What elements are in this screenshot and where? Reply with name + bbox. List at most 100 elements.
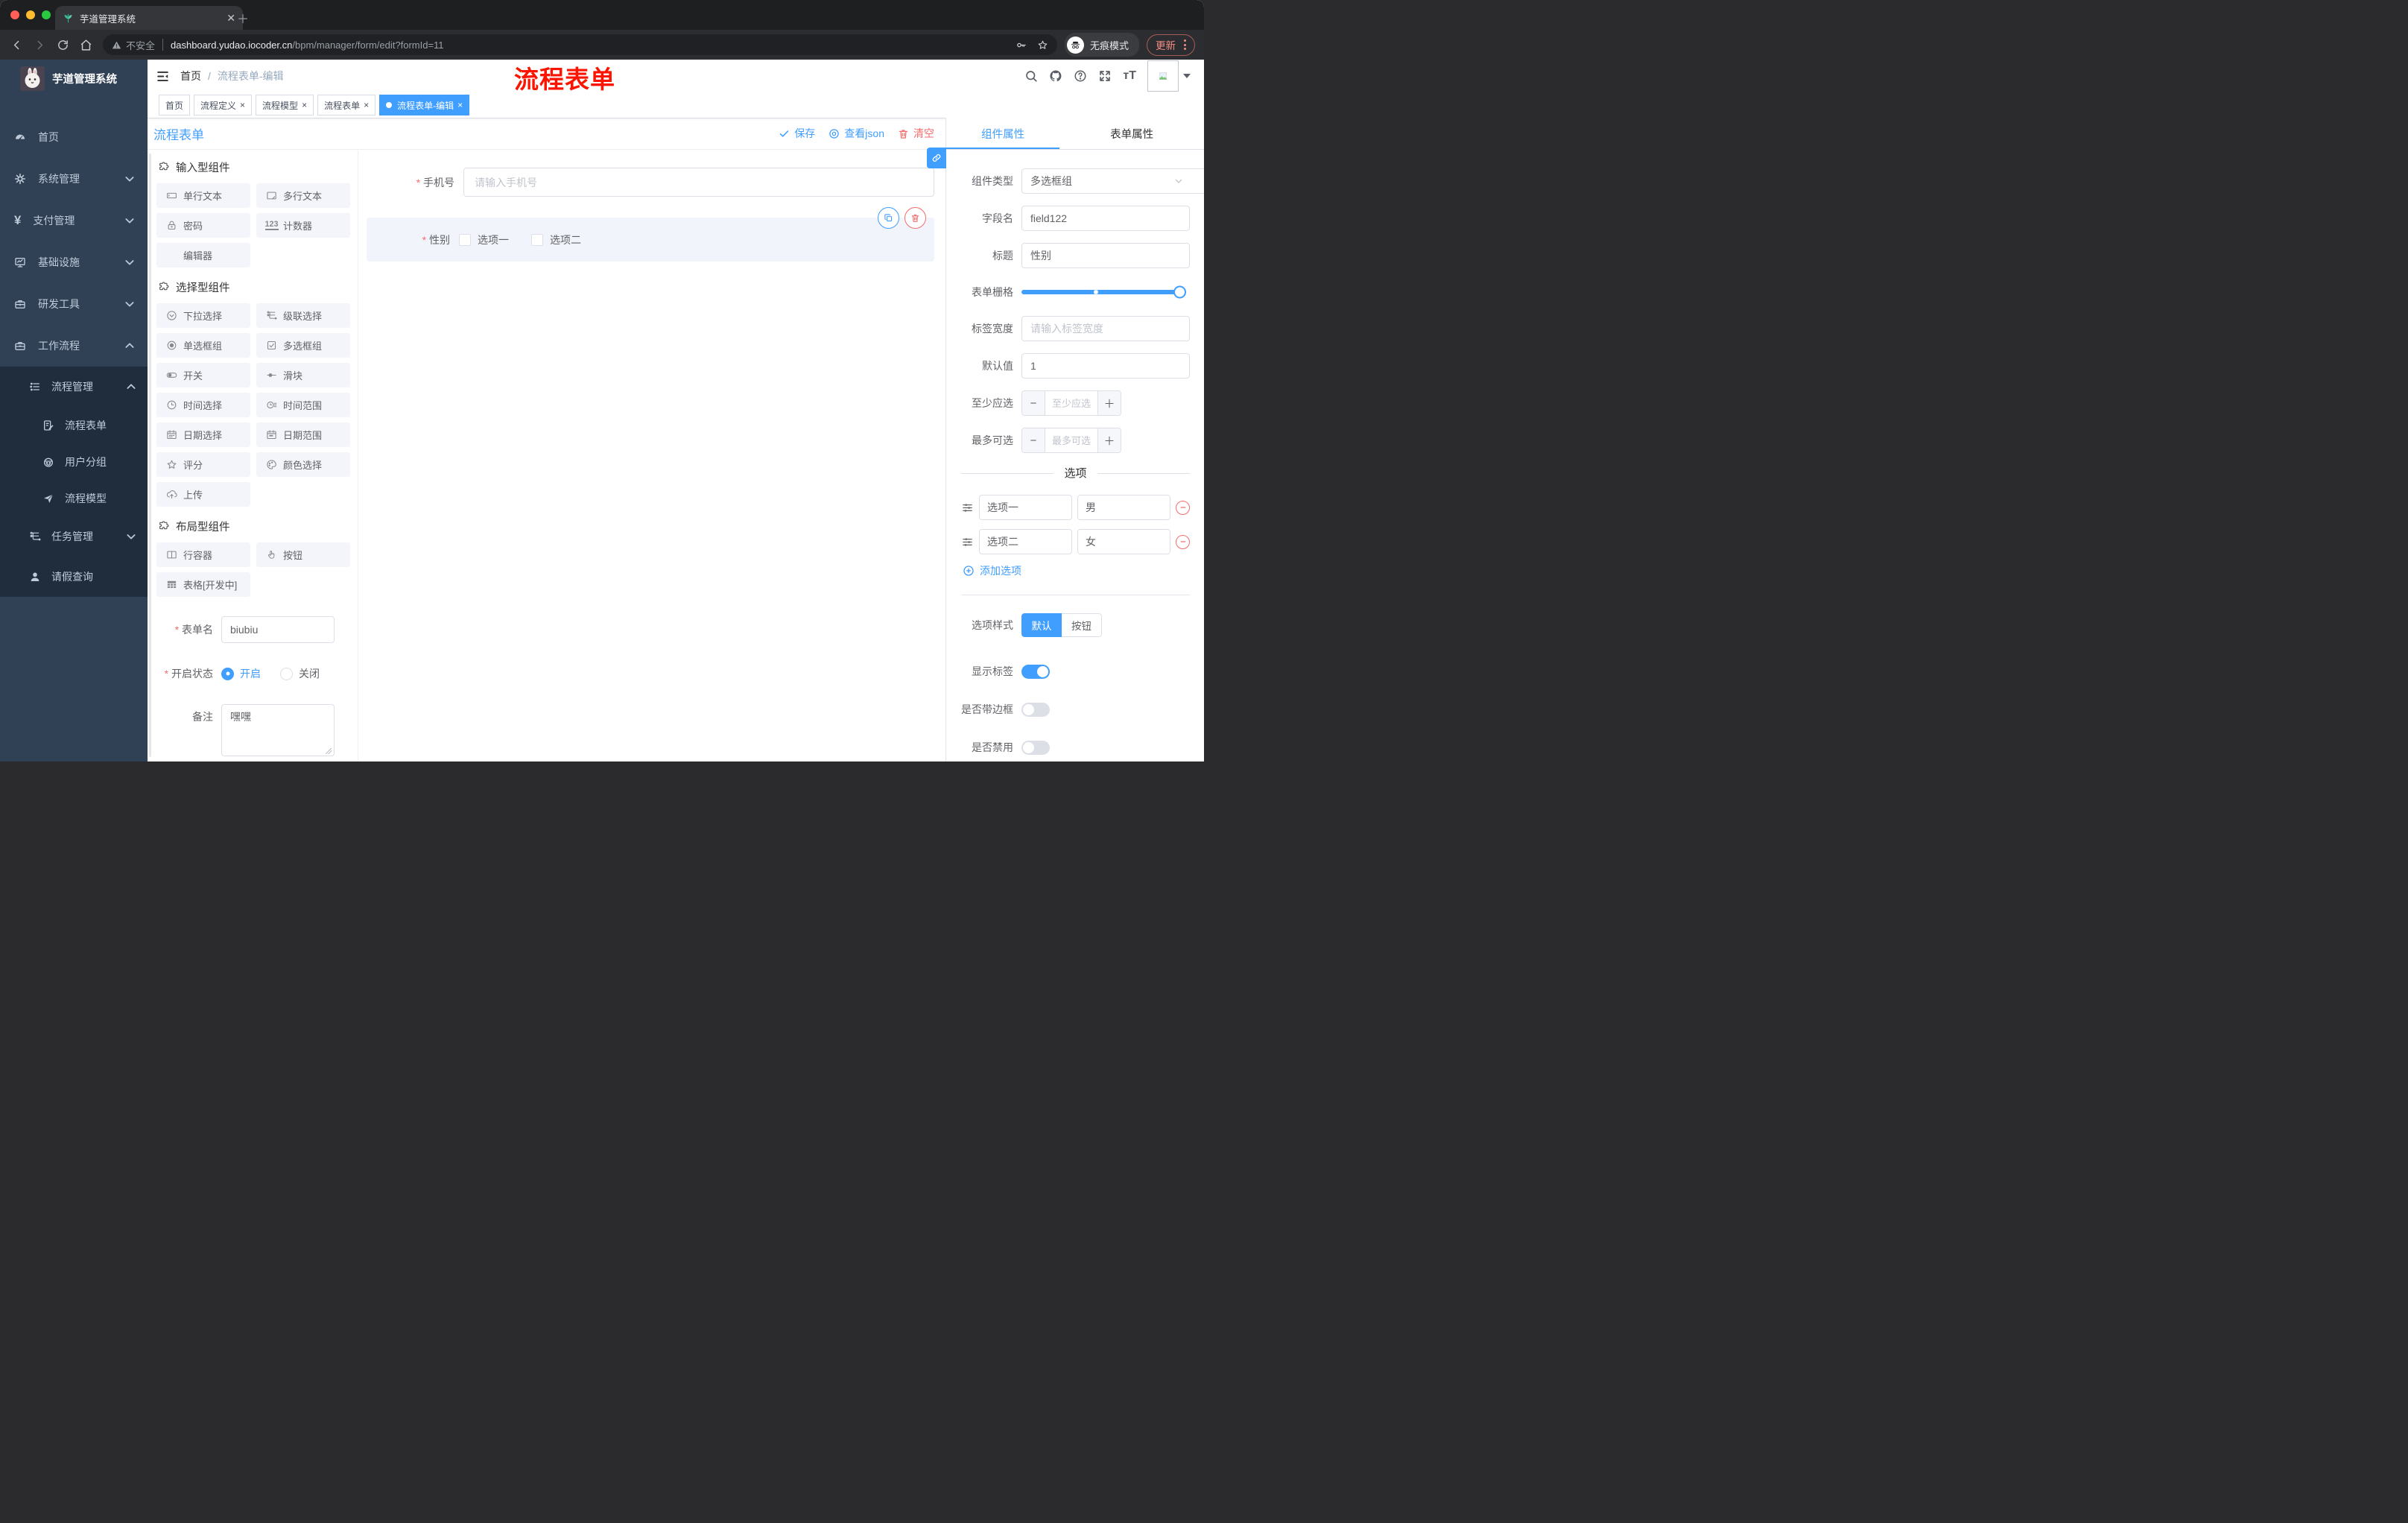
status-radio-开启[interactable]: 开启 — [221, 661, 261, 686]
tab-form-props[interactable]: 表单属性 — [1059, 118, 1204, 149]
remove-option-button[interactable] — [1176, 534, 1190, 549]
tab-close-icon[interactable]: ✕ — [226, 12, 235, 25]
phone-field-input[interactable] — [463, 168, 934, 197]
decrement-button[interactable]: − — [1022, 428, 1045, 452]
min-select-input[interactable] — [1045, 391, 1097, 415]
slider-handle[interactable] — [1173, 285, 1186, 299]
maximize-window-button[interactable] — [42, 10, 51, 19]
form-remark-textarea[interactable]: 嘿嘿 — [221, 704, 335, 756]
option-value-input[interactable] — [1077, 495, 1170, 520]
tag-home[interactable]: 首页 — [159, 95, 191, 115]
browser-tab[interactable]: 芋道管理系统 ✕ — [55, 6, 243, 30]
sidebar-item-system-mgmt[interactable]: 系统管理 — [0, 158, 148, 200]
tag-close-icon[interactable]: × — [457, 101, 463, 110]
tag-close-icon[interactable]: × — [364, 101, 369, 110]
palette-item-rate[interactable]: 评分 — [156, 452, 250, 477]
option-label-input[interactable] — [979, 495, 1072, 520]
clear-button[interactable]: 清空 — [898, 126, 934, 141]
form-name-input[interactable] — [221, 616, 335, 643]
checkbox-option[interactable]: 选项二 — [531, 232, 581, 247]
user-avatar[interactable] — [1147, 60, 1179, 92]
app-logo[interactable]: 芋道管理系统 — [0, 60, 148, 97]
add-option-button[interactable]: 添加选项 — [963, 563, 1190, 578]
copy-component-button[interactable] — [878, 207, 899, 229]
breadcrumb-home[interactable]: 首页 — [180, 69, 201, 83]
checkbox-option[interactable]: 选项一 — [459, 232, 509, 247]
address-bar[interactable]: 不安全 dashboard.yudao.iocoder.cn /bpm/mana… — [103, 34, 1057, 55]
sidebar-item-process-mgmt[interactable]: 流程管理 — [0, 367, 148, 407]
palette-item-time-picker[interactable]: 时间选择 — [156, 393, 250, 417]
search-icon[interactable] — [1024, 69, 1038, 83]
close-window-button[interactable] — [10, 10, 19, 19]
palette-item-button[interactable]: 按钮 — [256, 542, 350, 567]
back-icon[interactable] — [10, 39, 23, 51]
home-icon[interactable] — [80, 39, 92, 51]
style-option-按钮[interactable]: 按钮 — [1062, 613, 1102, 637]
palette-item-slider[interactable]: 滑块 — [256, 363, 350, 387]
fullscreen-icon[interactable] — [1098, 69, 1112, 83]
canvas-field-gender-selected[interactable]: 性别 选项一 选项二 — [367, 207, 934, 262]
reload-icon[interactable] — [57, 39, 69, 51]
palette-item-select[interactable]: 下拉选择 — [156, 303, 250, 328]
radio-icon[interactable] — [280, 667, 293, 680]
bookmark-star-icon[interactable] — [1037, 39, 1048, 51]
minimize-window-button[interactable] — [26, 10, 35, 19]
palette-item-checkbox-group[interactable]: 多选框组 — [256, 333, 350, 358]
checkbox-icon[interactable] — [531, 233, 543, 246]
sidebar-item-process-model[interactable]: 流程模型 — [0, 480, 148, 516]
sidebar-item-process-form[interactable]: 流程表单 — [0, 407, 148, 443]
increment-button[interactable]: ＋ — [1097, 428, 1121, 452]
link-tab[interactable] — [927, 148, 946, 168]
sidebar-item-leave-query[interactable]: 请假查询 — [0, 557, 148, 597]
increment-button[interactable]: ＋ — [1097, 391, 1121, 415]
status-radio-关闭[interactable]: 关闭 — [280, 661, 320, 686]
tag-close-icon[interactable]: × — [302, 101, 307, 110]
decrement-button[interactable]: − — [1022, 391, 1045, 415]
max-select-input[interactable] — [1045, 428, 1097, 452]
incognito-badge[interactable]: 无痕模式 — [1064, 33, 1139, 57]
sidebar-item-workflow[interactable]: 工作流程 — [0, 325, 148, 367]
palette-item-multi-line-text[interactable]: 多行文本 — [256, 183, 350, 208]
palette-item-switch[interactable]: 开关 — [156, 363, 250, 387]
palette-item-counter[interactable]: 123 计数器 — [256, 213, 350, 238]
option-label-input[interactable] — [979, 529, 1072, 554]
sidebar-item-payment-mgmt[interactable]: ¥ 支付管理 — [0, 200, 148, 241]
default-value-input[interactable] — [1021, 353, 1190, 379]
sidebar-item-home[interactable]: 首页 — [0, 116, 148, 158]
tag-process-definition[interactable]: 流程定义 × — [194, 95, 253, 115]
palette-item-cascader[interactable]: 级联选择 — [256, 303, 350, 328]
palette-item-color-picker[interactable]: 颜色选择 — [256, 452, 350, 477]
palette-item-time-range[interactable]: 时间范围 — [256, 393, 350, 417]
grid-slider[interactable] — [1021, 285, 1186, 299]
tag-process-form[interactable]: 流程表单 × — [317, 95, 376, 115]
label-width-input[interactable] — [1021, 316, 1190, 341]
update-button[interactable]: 更新 — [1147, 34, 1195, 56]
tab-component-props[interactable]: 组件属性 — [946, 118, 1059, 149]
palette-item-date-range[interactable]: 日期范围 — [256, 422, 350, 447]
tag-process-form-edit[interactable]: 流程表单-编辑 × — [379, 95, 470, 115]
title-input[interactable] — [1021, 243, 1190, 268]
new-tab-button[interactable]: ＋ — [237, 9, 249, 27]
forward-icon[interactable] — [34, 39, 46, 51]
scrollbar[interactable] — [149, 153, 151, 757]
palette-item-table[interactable]: 表格[开发中] — [156, 572, 250, 597]
canvas-field-phone[interactable]: 手机号 — [367, 168, 934, 197]
toggle-switch-with-border[interactable] — [1021, 702, 1050, 717]
delete-component-button[interactable] — [904, 207, 926, 229]
help-icon[interactable] — [1074, 69, 1087, 83]
sidebar-item-user-group[interactable]: 用户分组 — [0, 443, 148, 480]
remove-option-button[interactable] — [1176, 500, 1190, 515]
option-value-input[interactable] — [1077, 529, 1170, 554]
palette-item-upload[interactable]: 上传 — [156, 482, 250, 507]
palette-item-editor[interactable]: 编辑器 — [156, 243, 250, 267]
view-json-button[interactable]: 查看json — [828, 126, 884, 141]
toggle-switch-disabled[interactable] — [1021, 740, 1050, 755]
hamburger-icon[interactable] — [156, 69, 170, 83]
palette-item-password[interactable]: 密码 — [156, 213, 250, 238]
font-size-icon[interactable]: ᴛT — [1123, 69, 1136, 83]
window-controls[interactable] — [10, 10, 51, 19]
palette-item-date-picker[interactable]: 日期选择 — [156, 422, 250, 447]
palette-item-single-line-text[interactable]: 单行文本 — [156, 183, 250, 208]
toggle-switch-show-label[interactable] — [1021, 664, 1050, 679]
palette-item-row-container[interactable]: 行容器 — [156, 542, 250, 567]
